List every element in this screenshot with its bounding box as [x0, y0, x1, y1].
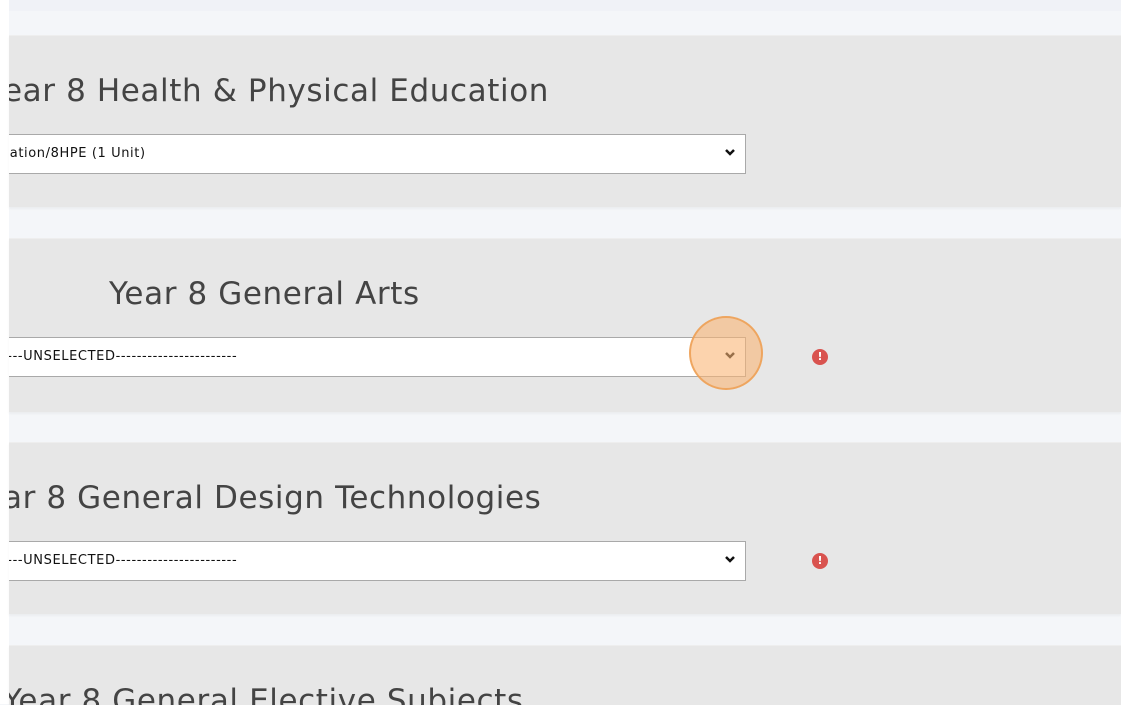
- left-edge: [0, 0, 9, 704]
- subject-card-health-pe: ear 8 Health & Physical Education cation…: [9, 35, 1121, 207]
- warning-icon: !: [812, 349, 828, 365]
- subject-title: Year 8 General Elective Subjects: [9, 683, 524, 705]
- select-value: cation/8HPE (1 Unit): [9, 146, 146, 161]
- chevron-down-icon: [722, 347, 738, 363]
- subject-title: ar 8 General Design Technologies: [9, 480, 542, 516]
- subject-card-design-technologies: ar 8 General Design Technologies ----UNS…: [9, 442, 1121, 614]
- subject-select[interactable]: cation/8HPE (1 Unit): [9, 134, 746, 174]
- subject-select[interactable]: ----UNSELECTED-----------------------: [9, 541, 746, 581]
- chevron-down-icon: [722, 144, 738, 160]
- warning-icon: !: [812, 553, 828, 569]
- subject-select[interactable]: ----UNSELECTED-----------------------: [9, 337, 746, 377]
- subject-title: ear 8 Health & Physical Education: [9, 73, 550, 109]
- select-value: ----UNSELECTED-----------------------: [9, 349, 238, 364]
- chevron-down-icon: [722, 551, 738, 567]
- subject-card-general-arts: Year 8 General Arts ----UNSELECTED------…: [9, 238, 1121, 412]
- select-value: ----UNSELECTED-----------------------: [9, 553, 238, 568]
- subject-title: Year 8 General Arts: [109, 276, 420, 312]
- subject-card-elective-subjects: Year 8 General Elective Subjects: [9, 645, 1121, 705]
- top-band: [9, 0, 1121, 11]
